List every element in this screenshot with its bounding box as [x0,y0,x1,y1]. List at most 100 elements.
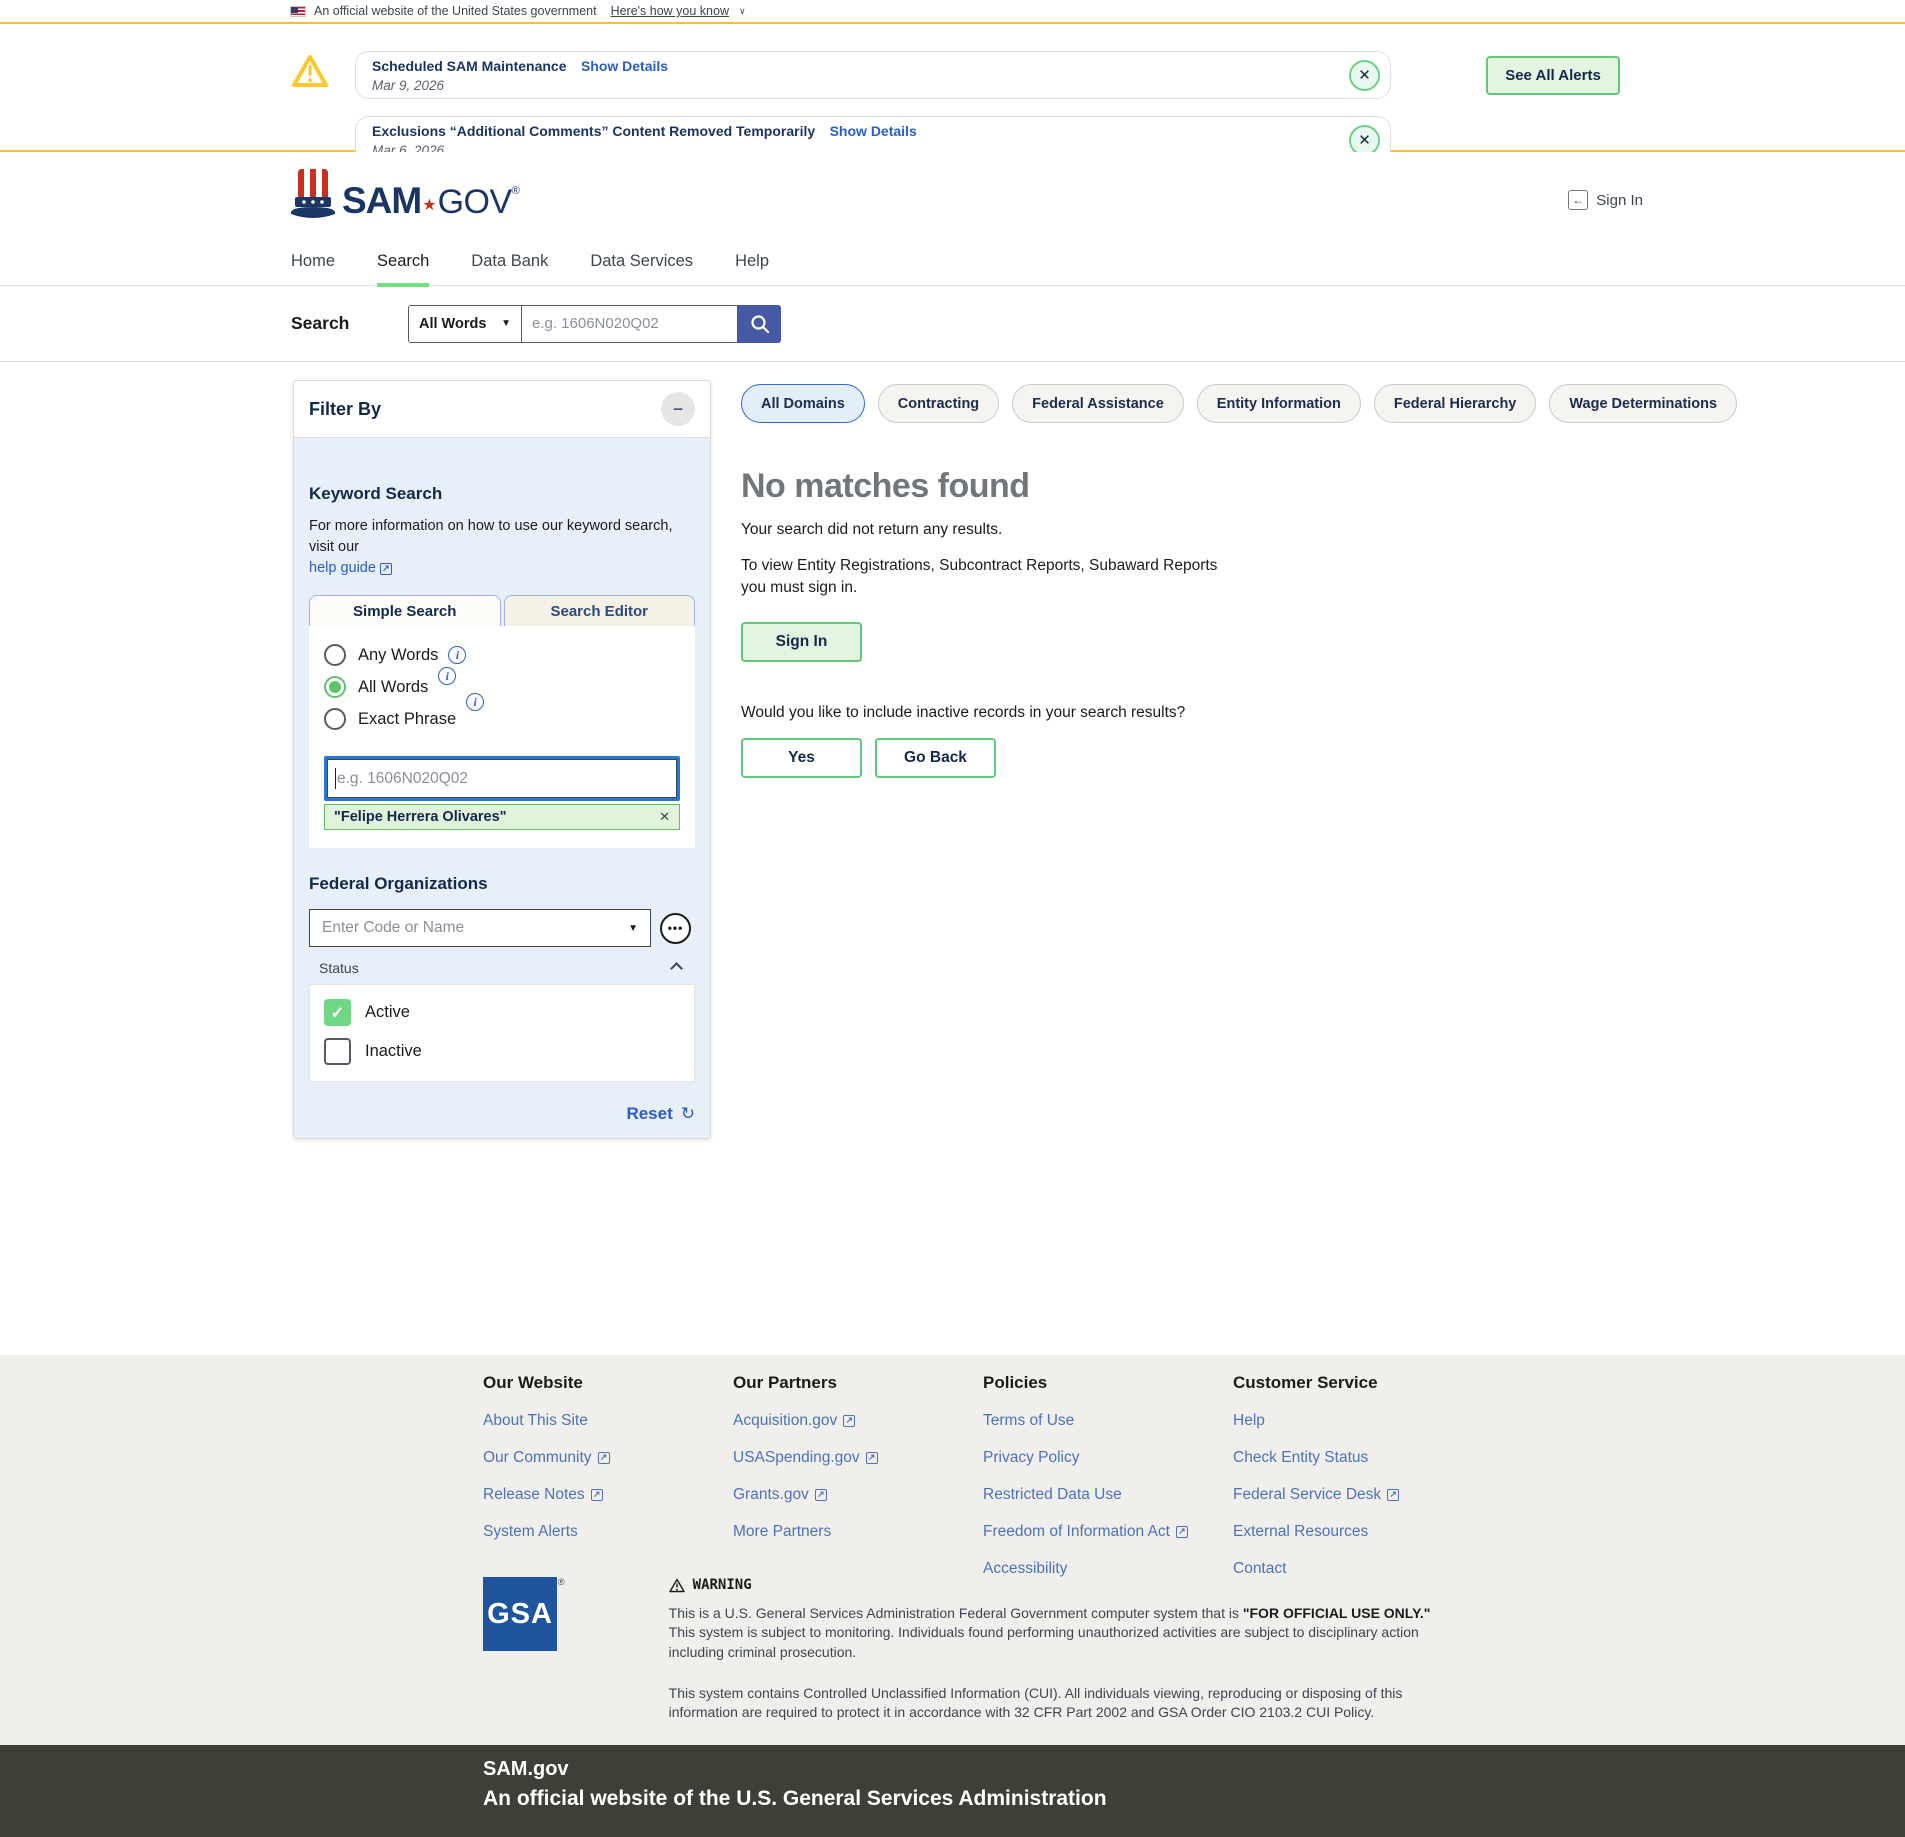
checkbox-active[interactable]: ✓ [324,999,351,1026]
warning-paragraph-2: This system contains Controlled Unclassi… [669,1684,1459,1723]
search-button[interactable] [738,305,781,343]
see-all-alerts-button[interactable]: See All Alerts [1486,56,1620,95]
info-icon[interactable]: i [448,646,466,664]
pill-contracting[interactable]: Contracting [878,384,999,423]
caret-down-icon: ▼ [501,318,511,329]
search-input[interactable] [522,305,738,343]
checkbox-inactive[interactable] [324,1038,351,1065]
radio-all-words-label: All Words [358,678,428,697]
footer-link-our-community[interactable]: Our Community↗ [483,1449,723,1467]
footer-link-accessibility[interactable]: Accessibility [983,1560,1223,1578]
keyword-input[interactable] [327,759,677,798]
nav-item-help[interactable]: Help [735,248,769,285]
footer-link-label: Privacy Policy [983,1449,1079,1467]
info-icon[interactable]: i [466,693,484,711]
sign-in-button[interactable]: Sign In [741,622,862,662]
footer-link-foia[interactable]: Freedom of Information Act↗ [983,1523,1223,1541]
footer-link-usaspending-gov[interactable]: USASpending.gov↗ [733,1449,973,1467]
pill-all-domains[interactable]: All Domains [741,384,865,423]
tab-simple-search[interactable]: Simple Search [309,595,501,626]
footer-link-privacy-policy[interactable]: Privacy Policy [983,1449,1223,1467]
pill-wage-determinations[interactable]: Wage Determinations [1549,384,1737,423]
footer-link-more-partners[interactable]: More Partners [733,1523,973,1541]
gsa-warning-row: GSA ® WARNING This is a U.S. General Ser… [483,1577,1459,1723]
radio-any-words-label: Any Words [358,646,438,665]
footer-link-external-resources[interactable]: External Resources [1233,1523,1473,1541]
search-mode-value: All Words [419,316,486,332]
close-icon[interactable]: ✕ [1349,60,1380,91]
footer-link-check-entity-status[interactable]: Check Entity Status [1233,1449,1473,1467]
footer-link-acquisition-gov[interactable]: Acquisition.gov↗ [733,1412,973,1430]
footer-link-contact[interactable]: Contact [1233,1560,1473,1578]
domain-pills: All Domains Contracting Federal Assistan… [741,384,1737,423]
footer-link-label: Help [1233,1412,1265,1430]
search-mode-select[interactable]: All Words ▼ [408,305,522,343]
footer-link-label: Accessibility [983,1560,1067,1578]
pill-entity-information[interactable]: Entity Information [1197,384,1361,423]
keyword-tabs: Simple Search Search Editor [309,595,695,626]
footer-link-terms-of-use[interactable]: Terms of Use [983,1412,1223,1430]
info-icon[interactable]: i [438,667,456,685]
registered-mark: ® [558,1577,565,1723]
header-sign-in[interactable]: ← Sign In [1568,190,1643,210]
sign-in-icon: ← [1568,190,1588,210]
logo-sam-text: SAM [342,182,421,219]
footer-link-label: Acquisition.gov [733,1412,837,1430]
footer-link-help[interactable]: Help [1233,1412,1473,1430]
gov-banner-text: An official website of the United States… [314,4,597,18]
footer-link-label: Grants.gov [733,1486,809,1504]
status-label: Status [319,960,359,976]
federal-org-input[interactable] [322,919,602,937]
show-details-link[interactable]: Show Details [830,123,917,139]
filter-title: Filter By [309,399,381,420]
go-back-button[interactable]: Go Back [875,738,996,778]
warning-text: This system is subject to monitoring. In… [669,1624,1419,1659]
footer-link-label: About This Site [483,1412,588,1430]
collapse-filters-button[interactable]: − [661,392,695,426]
footer-col-our-partners: Our Partners Acquisition.gov↗ USASpendin… [733,1373,973,1560]
footer-link-grants-gov[interactable]: Grants.gov ↗ [733,1486,973,1504]
nav-item-search[interactable]: Search [377,248,429,285]
sam-gov-logo[interactable]: SAM ★ GOV ® [290,167,520,219]
more-options-button[interactable]: ••• [660,913,691,944]
footer-link-system-alerts[interactable]: System Alerts [483,1523,723,1541]
keyword-chip: "Felipe Herrera Olivares" ✕ [324,804,680,830]
radio-any-words[interactable] [324,644,346,666]
pill-federal-hierarchy[interactable]: Federal Hierarchy [1374,384,1537,423]
footer-link-federal-service-desk[interactable]: Federal Service Desk↗ [1233,1486,1473,1504]
help-guide-link[interactable]: help guide ↗ [309,558,392,579]
site-footer: Our Website About This Site Our Communit… [0,1355,1905,1745]
footer-link-restricted-data-use[interactable]: Restricted Data Use [983,1486,1223,1504]
checkbox-active-label: Active [365,1003,410,1022]
federal-org-combobox[interactable]: ▼ [309,909,651,947]
yes-button[interactable]: Yes [741,738,862,778]
reset-icon[interactable]: ↻ [681,1104,695,1124]
chevron-down-icon: ∨ [739,6,746,17]
footer-link-release-notes[interactable]: Release Notes↗ [483,1486,723,1504]
footer-link-label: Check Entity Status [1233,1449,1368,1467]
help-guide-label: help guide [309,558,376,579]
how-you-know-link[interactable]: Here's how you know [611,4,729,18]
show-details-link[interactable]: Show Details [581,58,668,74]
footer-link-about-this-site[interactable]: About This Site [483,1412,723,1430]
radio-exact-phrase[interactable] [324,708,346,730]
radio-all-words[interactable] [324,676,346,698]
alert-card: Scheduled SAM Maintenance Show Details M… [355,51,1391,99]
tab-search-editor[interactable]: Search Editor [504,595,696,626]
alert-date: Mar 9, 2026 [372,78,1374,93]
external-link-icon: ↗ [1387,1489,1399,1501]
reset-link[interactable]: Reset [626,1104,672,1124]
chip-close-icon[interactable]: ✕ [659,809,670,825]
nav-item-home[interactable]: Home [291,248,335,285]
pill-federal-assistance[interactable]: Federal Assistance [1012,384,1184,423]
external-link-icon: ↗ [815,1489,827,1501]
nav-item-data-services[interactable]: Data Services [590,248,693,285]
warning-text: This is a U.S. General Services Administ… [669,1605,1243,1621]
footer-link-label: Release Notes [483,1486,585,1504]
chevron-up-icon[interactable] [670,962,683,975]
gsa-logo: GSA [483,1577,557,1651]
nav-item-data-bank[interactable]: Data Bank [471,248,548,285]
footer-col-customer-service: Customer Service Help Check Entity Statu… [1233,1373,1473,1597]
federal-organizations-heading: Federal Organizations [309,874,695,894]
footer-heading: Customer Service [1233,1373,1473,1393]
